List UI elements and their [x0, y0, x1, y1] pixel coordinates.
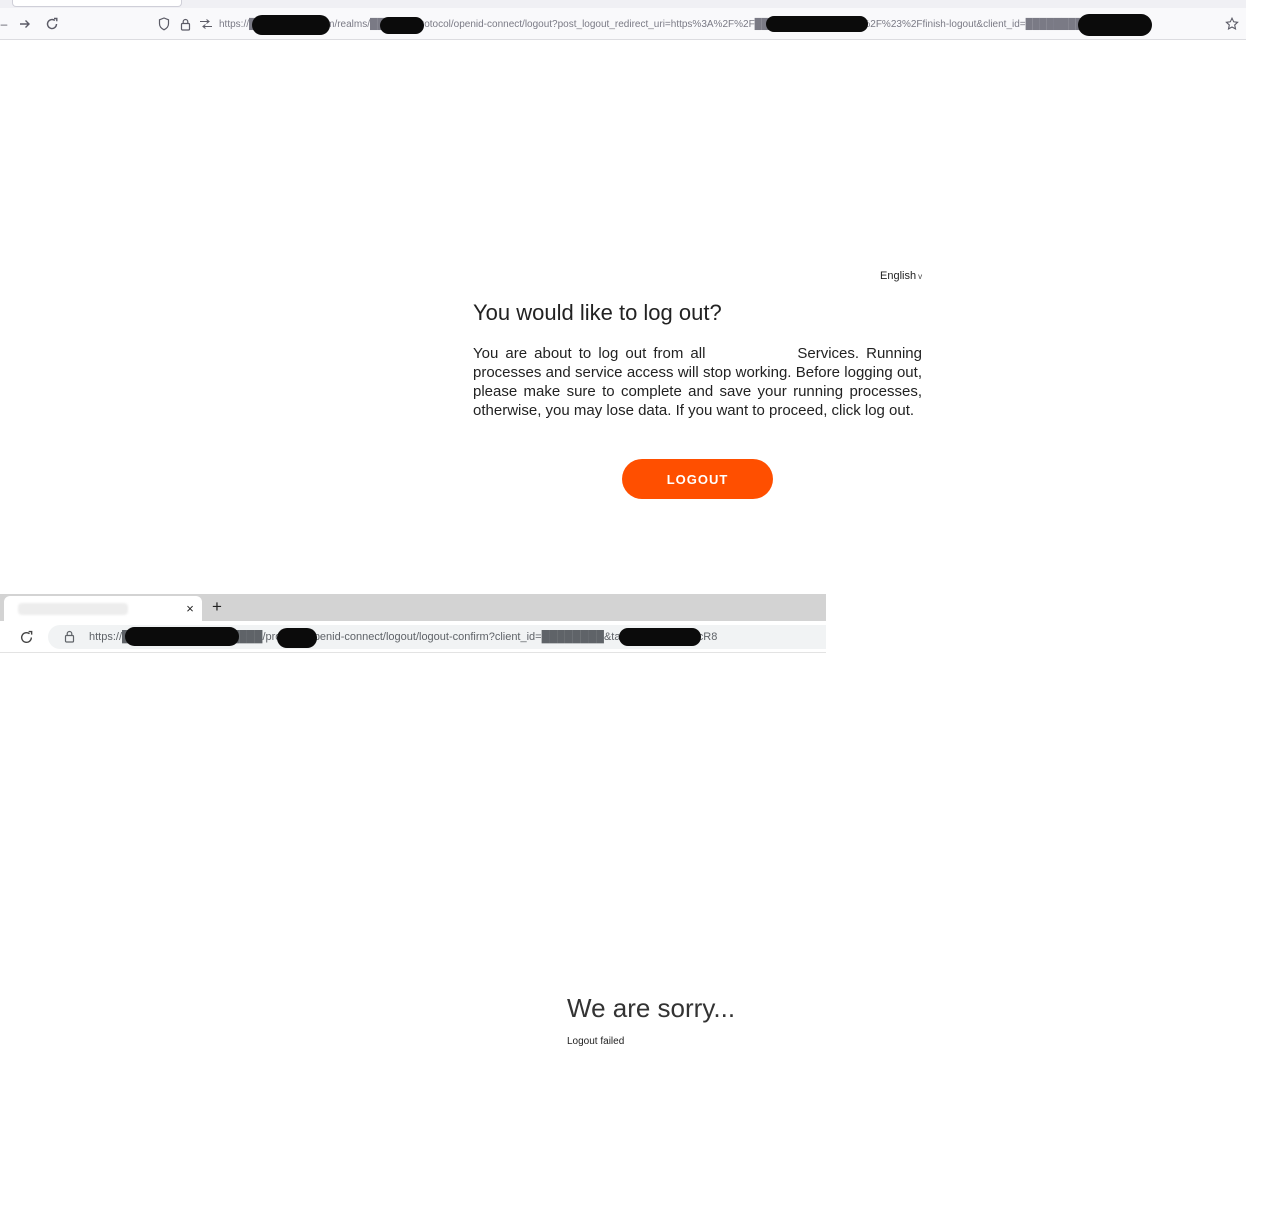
top-tab-strip	[0, 0, 1246, 8]
redaction-mark	[252, 15, 330, 35]
new-tab-icon[interactable]: +	[208, 597, 226, 617]
back-icon[interactable]: –	[0, 15, 8, 33]
reload-icon[interactable]	[16, 627, 36, 647]
language-label: English	[880, 270, 917, 282]
close-tab-icon[interactable]: ×	[183, 600, 197, 616]
redaction-mark	[125, 627, 239, 646]
redaction-mark	[619, 628, 701, 646]
bookmark-star-icon[interactable]	[1223, 15, 1241, 33]
forward-arrow-icon[interactable]	[16, 15, 34, 33]
chevron-down-icon: v	[918, 271, 923, 281]
tracking-protection-shield-icon[interactable]	[157, 16, 171, 32]
lock-icon[interactable]	[62, 628, 76, 644]
lock-icon[interactable]	[178, 16, 192, 32]
top-address-bar-url[interactable]: https://█████████.com/realms/██████/prot…	[219, 17, 1223, 33]
reload-icon[interactable]	[43, 15, 61, 33]
logout-description: You are about to log out from all Servic…	[473, 345, 927, 419]
language-selector[interactable]: English v	[880, 270, 922, 282]
tab-title-blurred	[18, 603, 128, 615]
redaction-mark	[766, 16, 868, 32]
bottom-window-frame	[0, 578, 826, 594]
redaction-mark	[380, 17, 424, 34]
error-title: We are sorry...	[567, 993, 736, 1023]
top-active-tab[interactable]	[12, 0, 182, 7]
error-message: Logout failed	[567, 1036, 625, 1047]
logout-button[interactable]: LOGOUT	[622, 459, 773, 499]
redaction-mark	[1078, 14, 1152, 36]
redaction-mark	[277, 628, 317, 648]
permissions-icon[interactable]	[198, 16, 214, 32]
page-title: You would like to log out?	[473, 300, 722, 325]
